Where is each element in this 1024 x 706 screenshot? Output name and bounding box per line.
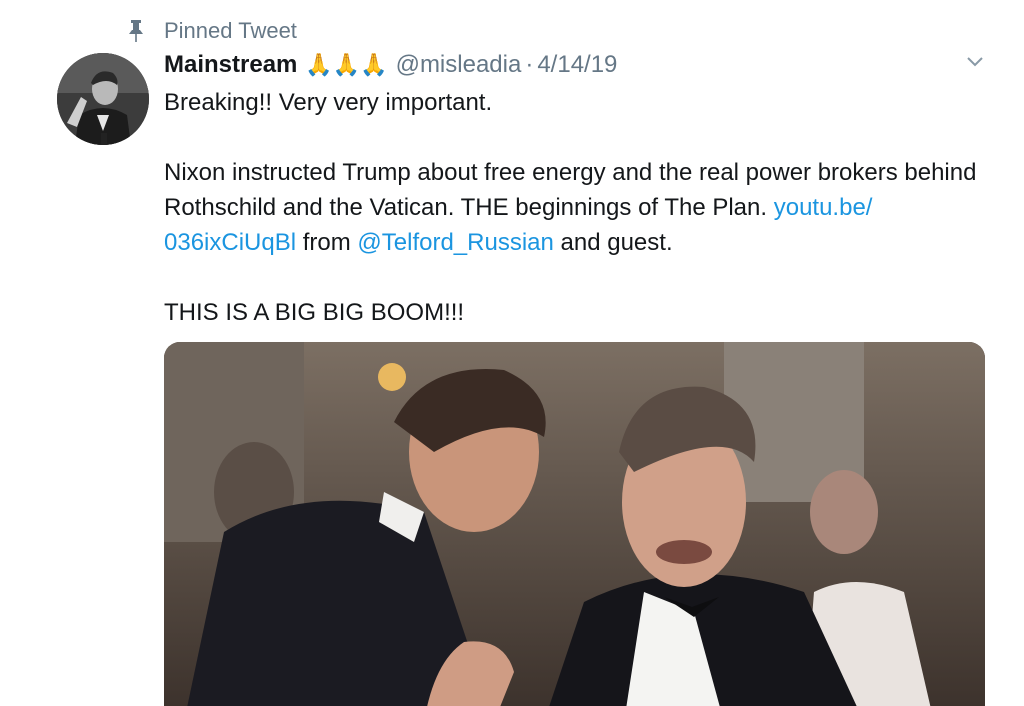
avatar[interactable]: [57, 53, 149, 145]
tweet-content: Mainstream 🙏🙏🙏 @misleadia · 4/14/19 Brea…: [164, 48, 984, 365]
tweet[interactable]: Pinned Tweet Mainstream 🙏🙏🙏 @misleadia ·…: [0, 0, 1024, 706]
photo-image: [164, 342, 985, 706]
and-guest-text: and guest.: [553, 229, 673, 256]
praying-hands-emoji: 🙏🙏🙏: [305, 52, 388, 77]
pinned-label: Pinned Tweet: [164, 18, 297, 43]
username-handle[interactable]: @misleadia: [396, 48, 522, 82]
youtube-link-part2[interactable]: 036ixCiUqBl: [164, 229, 296, 256]
youtube-link-part1[interactable]: youtu.be/: [774, 194, 873, 221]
tweet-date[interactable]: 4/14/19: [537, 48, 617, 82]
chevron-down-icon[interactable]: [966, 56, 984, 68]
tweet-text: Breaking!! Very very important. Nixon in…: [164, 85, 984, 330]
mention-link[interactable]: @Telford_Russian: [357, 229, 553, 256]
display-name[interactable]: Mainstream: [164, 48, 297, 82]
tweet-line-1: Breaking!! Very very important.: [164, 89, 493, 116]
tweet-header: Mainstream 🙏🙏🙏 @misleadia · 4/14/19: [164, 48, 984, 82]
pinned-indicator: Pinned Tweet: [128, 18, 297, 44]
tweet-paragraph-2: Nixon instructed Trump about free energy…: [164, 155, 984, 260]
from-text: from: [296, 229, 358, 256]
tweet-line-3: THIS IS A BIG BIG BOOM!!!: [164, 299, 465, 326]
separator-dot: ·: [525, 51, 534, 78]
pin-icon: [129, 20, 143, 42]
tweet-photo[interactable]: [164, 342, 985, 706]
avatar-image: [57, 53, 149, 145]
